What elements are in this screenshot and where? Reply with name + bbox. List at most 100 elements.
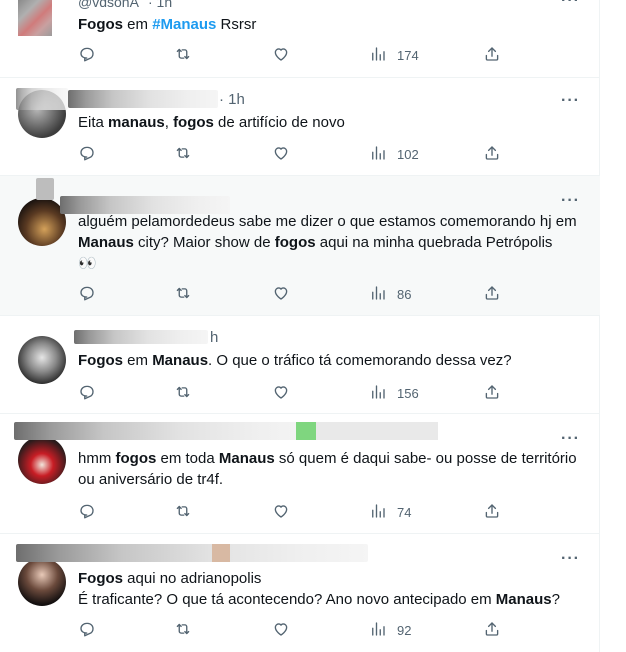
tweet-text-segment: Manaus	[152, 352, 209, 369]
tweet-text: Fogos em Manaus. O que o tráfico tá come…	[78, 350, 588, 371]
retweet-icon	[174, 620, 192, 641]
reply-button[interactable]	[78, 383, 96, 403]
tweet-time[interactable]: · 1h	[148, 0, 172, 10]
avatar[interactable]	[18, 0, 52, 36]
tweet-actions: 74	[78, 502, 518, 522]
retweet-button[interactable]	[174, 383, 192, 403]
views-count: 156	[397, 385, 419, 401]
share-button[interactable]	[483, 383, 501, 403]
avatar[interactable]	[18, 198, 66, 246]
views-count: 102	[397, 146, 419, 162]
share-button[interactable]	[483, 45, 501, 65]
retweet-icon	[174, 502, 192, 523]
like-button[interactable]	[272, 502, 290, 522]
tweet-actions: 102	[78, 144, 518, 164]
share-button[interactable]	[483, 620, 501, 640]
views-button[interactable]: 86	[369, 284, 411, 304]
more-icon[interactable]: ···	[561, 0, 580, 9]
tweet-text: Eita manaus, fogos de artifício de novo	[78, 112, 588, 133]
like-button[interactable]	[272, 284, 290, 304]
tweet-handle[interactable]: @vdsonA	[78, 0, 139, 10]
tweet-text-segment: de artifício de novo	[213, 114, 345, 131]
like-button[interactable]	[272, 45, 290, 65]
views-button[interactable]: 74	[369, 502, 411, 522]
retweet-button[interactable]	[174, 502, 192, 522]
views-icon	[369, 620, 387, 641]
reply-button[interactable]	[78, 144, 96, 164]
more-icon[interactable]: ···	[561, 551, 580, 567]
avatar[interactable]	[18, 336, 66, 384]
views-icon	[369, 144, 387, 165]
reply-icon	[78, 45, 96, 66]
views-icon	[369, 383, 387, 404]
tweet-text-segment: Rsrsr	[216, 16, 257, 33]
heart-icon	[272, 284, 290, 305]
redacted-username	[74, 330, 208, 344]
heart-icon	[272, 383, 290, 404]
views-button[interactable]: 92	[369, 620, 411, 640]
tweet-text: alguém pelamordedeus sabe me dizer o que…	[78, 211, 588, 274]
retweet-icon	[174, 45, 192, 66]
redacted-avatar-overlay	[36, 178, 54, 200]
tweet-text-segment: em	[123, 16, 153, 33]
share-button[interactable]	[483, 284, 501, 304]
retweet-button[interactable]	[174, 284, 192, 304]
views-icon	[369, 45, 387, 66]
share-icon	[483, 284, 501, 305]
tweet-text-segment: É traficante? O que tá acontecendo? Ano …	[78, 591, 496, 608]
views-button[interactable]: 174	[369, 45, 419, 65]
hashtag-link[interactable]: #Manaus	[152, 16, 216, 33]
redacted-block	[212, 544, 230, 562]
like-button[interactable]	[272, 383, 290, 403]
reply-button[interactable]	[78, 45, 96, 65]
reply-icon	[78, 284, 96, 305]
avatar[interactable]	[18, 436, 66, 484]
views-button[interactable]: 156	[369, 383, 419, 403]
views-button[interactable]: 102	[369, 144, 419, 164]
reply-icon	[78, 502, 96, 523]
views-icon	[369, 502, 387, 523]
retweet-button[interactable]	[174, 144, 192, 164]
reply-icon	[78, 620, 96, 641]
tweet[interactable]: h Fogos em Manaus. O que o tráfico tá co…	[0, 316, 600, 414]
tweet-text: Fogos em #Manaus Rsrsr	[78, 14, 588, 35]
reply-button[interactable]	[78, 502, 96, 522]
tweet-time[interactable]: · 1h	[219, 91, 245, 108]
reply-icon	[78, 383, 96, 404]
tweet-text-segment: ,	[164, 114, 174, 131]
share-button[interactable]	[483, 144, 501, 164]
tweet-text-segment: em	[123, 352, 153, 369]
retweet-icon	[174, 284, 192, 305]
tweet[interactable]: @vdsonA · 1h ··· Fogos em #Manaus Rsrsr …	[0, 0, 600, 78]
more-icon[interactable]: ···	[561, 193, 580, 209]
tweet-text-segment: fogos	[115, 450, 157, 467]
tweet-text-segment: Fogos	[78, 16, 123, 33]
tweet-text-segment: hmm	[78, 450, 116, 467]
more-icon[interactable]: ···	[561, 431, 580, 447]
tweet-actions: 86	[78, 284, 518, 304]
retweet-button[interactable]	[174, 620, 192, 640]
like-button[interactable]	[272, 620, 290, 640]
tweet[interactable]: · 1h ··· Eita manaus, fogos de artifício…	[0, 78, 600, 176]
redacted-avatar-overlay	[16, 88, 68, 110]
retweet-button[interactable]	[174, 45, 192, 65]
reply-button[interactable]	[78, 620, 96, 640]
redacted-block	[316, 422, 438, 440]
retweet-icon	[174, 383, 192, 404]
tweet[interactable]: ··· Fogos aqui no adrianopolis É trafican…	[0, 534, 600, 652]
tweet[interactable]: ··· alguém pelamordedeus sabe me dizer o…	[0, 176, 600, 316]
avatar[interactable]	[18, 558, 66, 606]
share-icon	[483, 144, 501, 165]
views-count: 74	[397, 504, 412, 520]
share-icon	[483, 383, 501, 404]
tweet-actions: 156	[78, 383, 518, 403]
reply-icon	[78, 144, 96, 165]
share-button[interactable]	[483, 502, 501, 522]
tweet-actions: 174	[78, 45, 518, 65]
reply-button[interactable]	[78, 284, 96, 304]
share-icon	[483, 45, 501, 66]
tweet[interactable]: ··· hmm fogos em toda Manaus só quem é d…	[0, 414, 600, 534]
like-button[interactable]	[272, 144, 290, 164]
more-icon[interactable]: ···	[561, 93, 580, 109]
tweet-time[interactable]: h	[210, 329, 218, 346]
